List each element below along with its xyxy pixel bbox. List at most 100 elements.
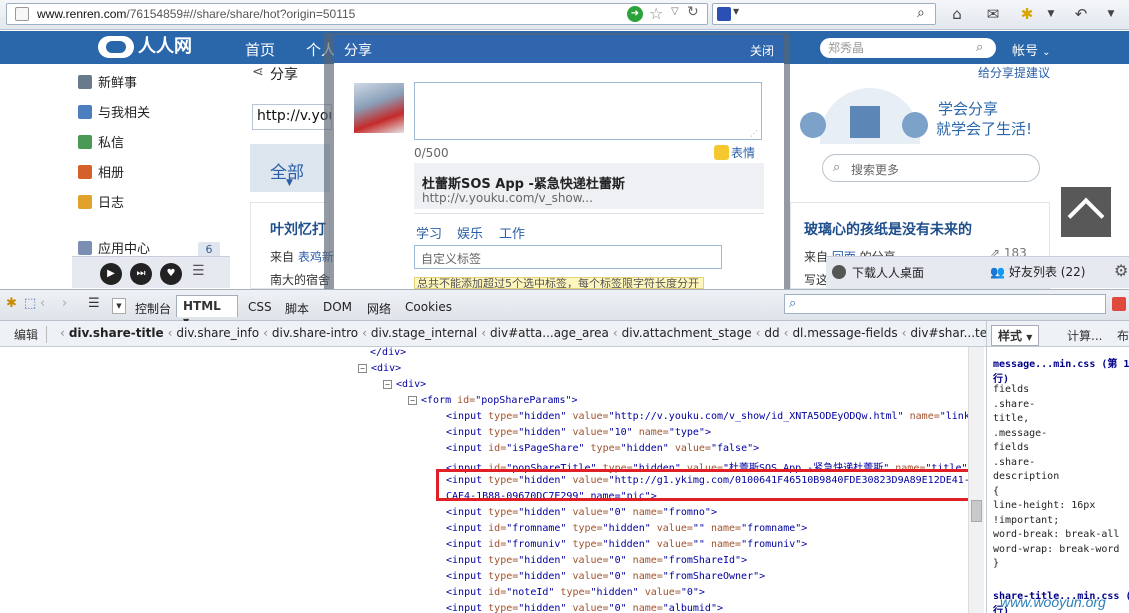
tree-node[interactable]: <input type="hidden" value="0" name="fro… — [446, 507, 717, 518]
gear-icon[interactable]: ⚙ — [1114, 261, 1128, 280]
custom-tag-input[interactable]: 自定义标签 — [414, 245, 722, 269]
reload-icon[interactable]: ↻ — [687, 4, 699, 20]
tree-node[interactable]: </div> — [370, 347, 406, 358]
mail-icon[interactable]: ✉ — [982, 4, 1004, 24]
feed-story-title[interactable]: 叶刘忆打 — [270, 219, 326, 239]
download-desktop-button[interactable]: 下载人人桌面 — [832, 264, 924, 281]
style-panel: message...min.css (第 113 行) fields .share-t… — [986, 347, 1129, 613]
tree-node[interactable]: <input type="hidden" value="http://v.you… — [446, 411, 968, 422]
tab-cookies[interactable]: Cookies — [405, 300, 452, 314]
account-menu[interactable]: 帐号 ⌄ — [1012, 40, 1051, 59]
search-icon[interactable]: ⌕ — [976, 38, 983, 58]
tree-node[interactable]: <input type="hidden" value="10" name="ty… — [446, 427, 711, 438]
home-icon[interactable]: ⌂ — [946, 4, 968, 24]
breadcrumb-item[interactable]: div#atta...age_area — [490, 326, 609, 340]
sidebar-item-messages[interactable]: 私信 — [78, 134, 124, 154]
firebug-icon[interactable]: ✱ — [1016, 4, 1038, 24]
baidu-icon — [717, 7, 731, 21]
tab-html[interactable]: HTML ▼ — [176, 295, 238, 326]
sidebar-item-album[interactable]: 相册 — [78, 164, 124, 184]
heart-icon[interactable]: ♥ — [160, 263, 182, 285]
tag-study[interactable]: 学习 — [416, 223, 442, 242]
tree-node[interactable]: − <div> — [358, 363, 401, 374]
inspect-icon[interactable]: ⬚ — [24, 296, 36, 311]
sidebar-item-blog[interactable]: 日志 — [78, 194, 124, 214]
breadcrumb-item[interactable]: dd — [764, 326, 779, 340]
tree-node[interactable]: <input type="hidden" value="0" name="alb… — [446, 603, 723, 613]
tree-node[interactable]: <input id="isPageShare" type="hidden" va… — [446, 443, 759, 454]
tree-node[interactable]: <input id="noteId" type="hidden" value="… — [446, 587, 705, 598]
collapse-toggle-icon[interactable]: − — [408, 396, 417, 405]
emoji-button[interactable]: 表情 — [714, 144, 755, 161]
nav-home[interactable]: 首页 — [245, 39, 275, 60]
scroll-to-top-button[interactable] — [1061, 187, 1111, 237]
edit-button[interactable]: 编辑 — [6, 326, 48, 343]
go-icon[interactable]: ➜ — [627, 6, 643, 22]
tree-scrollbar[interactable] — [968, 347, 984, 613]
style-line: .share- — [993, 398, 1036, 410]
playlist-icon[interactable]: ☰ — [192, 263, 205, 279]
page-icon — [15, 7, 29, 21]
tab-script[interactable]: 脚本 — [285, 300, 309, 317]
chevron-down-icon[interactable]: ▼ — [733, 7, 739, 16]
feed-story-title-right[interactable]: 玻璃心的孩纸是没有未来的 — [804, 219, 972, 239]
tree-node[interactable]: − <div> — [383, 379, 426, 390]
style-line: .share- — [993, 456, 1036, 468]
tab-console[interactable]: 控制台 — [135, 300, 171, 317]
bookmark-star-icon[interactable]: ☆ — [649, 4, 663, 23]
breadcrumb-item[interactable]: div.share-intro — [272, 326, 358, 340]
suggest-link[interactable]: 给分享提建议 — [978, 64, 1050, 81]
search-icon[interactable]: ⌕ — [917, 5, 925, 21]
tab-css[interactable]: CSS — [248, 300, 272, 314]
firebug-search-input[interactable]: ⌕ — [784, 294, 1106, 314]
chevron-down-icon[interactable]: ▼ — [112, 298, 126, 314]
tree-node[interactable]: <input type="hidden" value="0" name="fro… — [446, 555, 747, 566]
tab-computed[interactable]: 计算... — [1067, 327, 1102, 344]
resize-handle-icon[interactable]: ⋰ — [750, 129, 758, 138]
tab-net[interactable]: 网络 — [367, 300, 391, 317]
dropdown-icon[interactable]: ▽ — [671, 6, 679, 17]
dialog-close-button[interactable]: 关闭 — [750, 42, 774, 59]
tree-node[interactable]: − <form id="popShareParams"> — [408, 395, 578, 406]
site-logo[interactable]: 人人网 — [98, 34, 218, 60]
tab-style[interactable]: 样式 ▼ — [991, 325, 1040, 346]
minimize-icon[interactable] — [1112, 297, 1126, 311]
back-icon[interactable]: ‹ — [40, 296, 45, 311]
collapse-toggle-icon[interactable]: − — [383, 380, 392, 389]
sidebar-item-feed[interactable]: 新鲜事 — [78, 74, 137, 94]
chevron-down-icon[interactable]: ▼ — [1100, 4, 1122, 24]
side-panel-tabs: 样式 ▼ 计算... 布 — [986, 321, 1129, 347]
browser-search-bar[interactable]: ▼ ⌕ — [712, 3, 936, 25]
search-more-input[interactable]: ⌕ 搜索更多 — [822, 154, 1040, 182]
tree-node[interactable]: <input type="hidden" value="0" name="fro… — [446, 571, 765, 582]
friends-list-button[interactable]: 👥 好友列表 (22) — [990, 263, 1085, 280]
tag-work[interactable]: 工作 — [499, 223, 525, 242]
share-icon: ⋖ — [252, 64, 264, 80]
play-icon[interactable]: ▶ — [100, 263, 122, 285]
share-url-input[interactable]: http://v.you — [252, 104, 332, 130]
breadcrumb-item[interactable]: div.share-title — [69, 326, 164, 340]
breadcrumb-item[interactable]: dl.message-fields — [792, 326, 897, 340]
forward-icon[interactable]: › — [62, 296, 67, 311]
next-icon[interactable]: ⏭ — [130, 263, 152, 285]
breadcrumb-item[interactable]: div.attachment_stage — [622, 326, 752, 340]
collapse-toggle-icon[interactable]: − — [358, 364, 367, 373]
menu-icon[interactable]: ☰ — [88, 296, 100, 311]
tree-node[interactable]: <input id="fromname" type="hidden" value… — [446, 523, 807, 534]
tag-entertainment[interactable]: 娱乐 — [457, 223, 483, 242]
chevron-down-icon[interactable]: ▼ — [1040, 4, 1062, 24]
tab-layout[interactable]: 布 — [1117, 327, 1129, 344]
firebug-icon[interactable]: ✱ — [6, 296, 17, 311]
breadcrumb-item[interactable]: div#shar...ten — [910, 326, 986, 340]
address-bar[interactable]: www.renren.com/76154859#//share/share/ho… — [6, 3, 708, 25]
share-comment-textarea[interactable]: ⋰ — [414, 82, 762, 140]
scrollbar-thumb[interactable] — [971, 500, 982, 522]
tab-dom[interactable]: DOM — [323, 300, 352, 314]
tab-all[interactable]: 全部 ▼ — [250, 144, 330, 192]
site-search-input[interactable]: 郑秀晶 ⌕ — [820, 38, 996, 58]
sidebar-item-mentions[interactable]: 与我相关 — [78, 104, 150, 124]
breadcrumb-item[interactable]: div.stage_internal — [371, 326, 477, 340]
tree-node[interactable]: <input id="fromuniv" type="hidden" value… — [446, 539, 807, 550]
history-icon[interactable]: ↶ — [1070, 4, 1092, 24]
breadcrumb-item[interactable]: div.share_info — [176, 326, 259, 340]
